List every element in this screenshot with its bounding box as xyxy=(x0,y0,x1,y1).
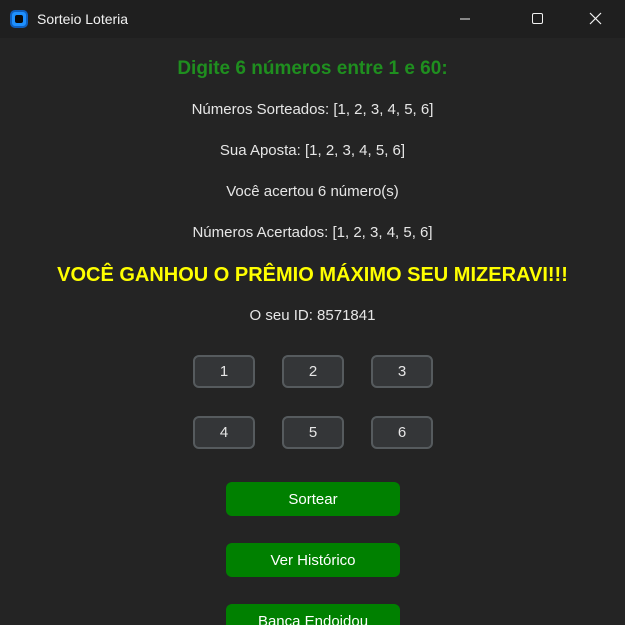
user-id-label: O seu ID: 8571841 xyxy=(249,307,376,324)
app-icon xyxy=(10,10,28,28)
title-bar[interactable]: Sorteio Loteria xyxy=(0,0,625,38)
bet-label: Sua Aposta: [1, 2, 3, 4, 5, 6] xyxy=(219,142,406,159)
number-input-4[interactable] xyxy=(193,416,255,449)
bank-button[interactable]: Banca Endoidou xyxy=(226,604,400,625)
hit-numbers-label: Números Acertados: [1, 2, 3, 4, 5, 6] xyxy=(192,224,433,241)
number-input-5[interactable] xyxy=(282,416,344,449)
jackpot-banner: VOCÊ GANHOU O PRÊMIO MÁXIMO SEU MIZERAVI… xyxy=(57,264,568,286)
history-button[interactable]: Ver Histórico xyxy=(226,543,400,577)
app-window: Sorteio Loteria Digite 6 números entre 1… xyxy=(0,0,625,625)
number-input-3[interactable] xyxy=(371,355,433,388)
minimize-button[interactable] xyxy=(442,0,488,38)
close-button[interactable] xyxy=(573,0,619,38)
maximize-icon xyxy=(532,13,543,24)
minimize-icon xyxy=(460,18,470,20)
maximize-button[interactable] xyxy=(514,0,560,38)
window-title: Sorteio Loteria xyxy=(37,11,129,27)
number-input-1[interactable] xyxy=(193,355,255,388)
draw-button[interactable]: Sortear xyxy=(226,482,400,516)
number-input-6[interactable] xyxy=(371,416,433,449)
drawn-numbers-label: Números Sorteados: [1, 2, 3, 4, 5, 6] xyxy=(191,101,434,118)
number-input-2[interactable] xyxy=(282,355,344,388)
hits-count-label: Você acertou 6 número(s) xyxy=(226,183,399,200)
close-icon xyxy=(589,12,602,25)
instruction-heading: Digite 6 números entre 1 e 60: xyxy=(177,58,448,79)
